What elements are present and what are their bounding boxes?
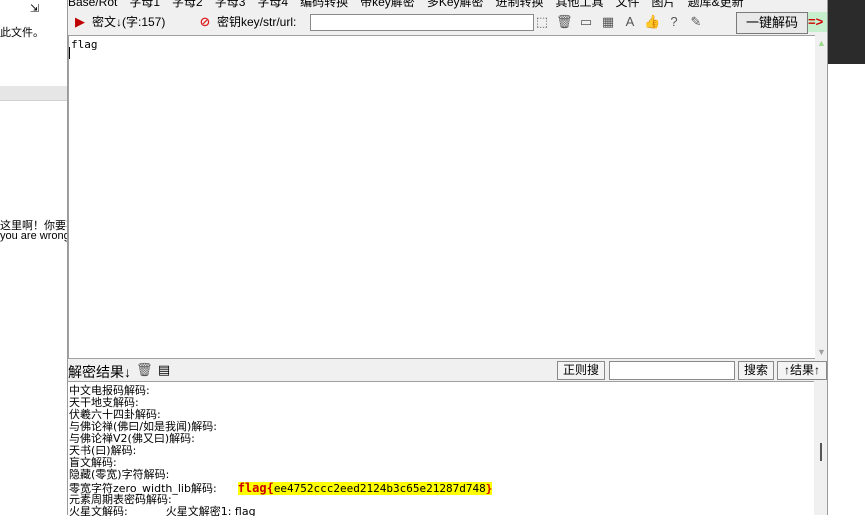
background-strip <box>0 86 67 101</box>
background-text-file: 此文件。 <box>0 27 44 39</box>
help-icon[interactable]: ? <box>666 14 682 30</box>
result-label: 解密结果↓ <box>68 364 131 380</box>
regex-search-button[interactable]: 正则搜 <box>557 361 605 380</box>
one-click-decode-button[interactable]: 一键解码 <box>736 12 808 34</box>
arrow-button[interactable]: => <box>808 12 827 32</box>
result-toolbar: 解密结果↓ 🗑 ▤ 正则搜 搜索 ↑结果↑ <box>68 359 827 381</box>
editor-scrollbar[interactable]: ▲ ▼ <box>815 35 827 359</box>
background-text-wrong: you are wrong <box>0 230 70 242</box>
thumbs-up-icon[interactable]: 👍 <box>644 14 660 30</box>
result-up-button[interactable]: ↑结果↑ <box>777 361 827 380</box>
select-cursor-icon[interactable]: ⬚ <box>534 14 550 30</box>
key-input[interactable] <box>310 14 534 31</box>
cipher-label: 密文↓(字:157) <box>92 15 166 29</box>
key-label: 密钥key/str/url: <box>217 15 297 29</box>
cipher-text-editor[interactable]: flag <box>68 35 817 359</box>
copy-icon[interactable]: ▤ <box>156 362 172 378</box>
trash-icon[interactable]: 🗑 <box>556 14 573 30</box>
toolbar: ▶ 密文↓(字:157) ⊘ 密钥key/str/url: ⬚ 🗑 ▭ ▦ A … <box>68 9 827 35</box>
output-scroll-thumb[interactable] <box>820 443 822 461</box>
cipher-flag-icon[interactable]: ▶ <box>72 14 88 30</box>
decoder-window: Base/Rot 字母1 字母2 字母3 字母4 编码转换 带key解密 多Key解密 进制转换… <box>67 0 828 516</box>
search-button[interactable]: 搜索 <box>738 361 774 380</box>
font-icon[interactable]: A <box>622 14 638 30</box>
output-scrollbar[interactable] <box>815 381 827 515</box>
result-output[interactable]: 中文电报码解码: 天干地支解码: 伏羲六十四卦解码: 与佛论禅(佛曰/如是我闻)解码:… <box>68 381 814 516</box>
trash-icon[interactable]: 🗑 <box>136 362 153 378</box>
text-caret <box>69 47 70 59</box>
window-icon[interactable]: ▭ <box>578 14 594 30</box>
cipher-text: flag <box>71 38 98 51</box>
background-window-right <box>826 0 865 515</box>
background-window-left: ⇲ 此文件。 这里啊！你要不要 you are wrong <box>0 0 88 515</box>
resize-icon: ⇲ <box>30 3 40 15</box>
search-input[interactable] <box>609 361 735 380</box>
table-icon[interactable]: ▦ <box>600 14 616 30</box>
result-line: 隐藏(零宽)字符解码: <box>69 468 170 481</box>
flag-result: flag{ee4752ccc2eed2124b3c65e21287d748} <box>237 481 493 495</box>
key-icon[interactable]: ⊘ <box>197 14 213 30</box>
menu-bar: Base/Rot 字母1 字母2 字母3 字母4 编码转换 带key解密 多Key解密 进制转换… <box>68 0 827 9</box>
background-dark-panel <box>828 0 865 64</box>
scroll-down-icon[interactable]: ▼ <box>817 347 826 357</box>
menu-item-0[interactable]: Base/Rot <box>68 0 117 9</box>
scroll-up-icon[interactable]: ▲ <box>817 38 826 48</box>
edit-icon[interactable]: ✎ <box>688 14 704 30</box>
